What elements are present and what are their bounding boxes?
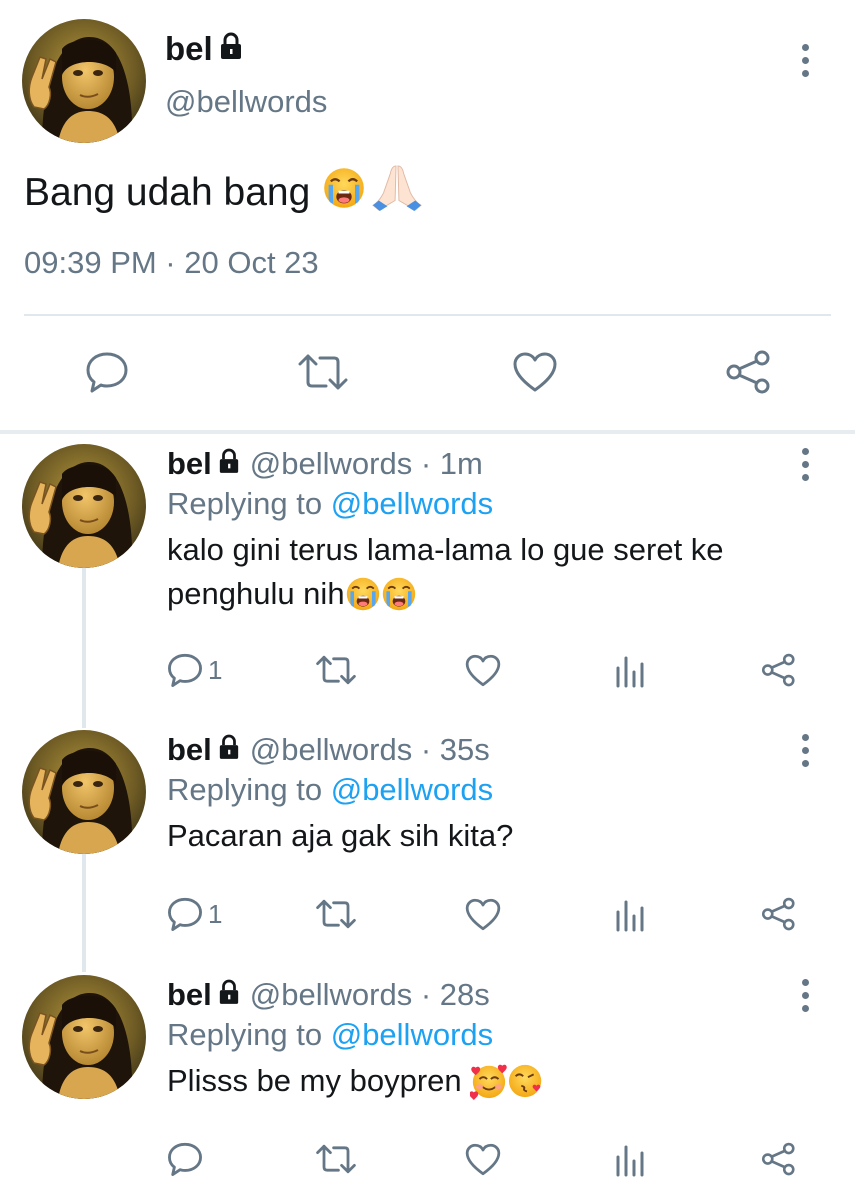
reply-text: Plisss be my boypren: [167, 1063, 462, 1098]
reply-text-block: Pacaran aja gak sih kita?: [167, 814, 807, 858]
like-button[interactable]: [464, 1142, 502, 1177]
avatar[interactable]: [22, 975, 146, 1099]
display-name: bel: [167, 977, 212, 1012]
share-icon: [726, 350, 770, 394]
analytics-icon: [616, 656, 644, 688]
reply-text: kalo gini terus lama-lama lo gue seret k…: [167, 532, 724, 611]
retweet-icon: [316, 655, 356, 685]
reply-button[interactable]: [84, 350, 130, 394]
analytics-button[interactable]: [614, 898, 646, 932]
like-button[interactable]: [511, 350, 559, 394]
like-button[interactable]: [464, 653, 502, 688]
like-icon: [465, 898, 501, 931]
mention-link[interactable]: @bellwords: [331, 486, 493, 521]
avatar[interactable]: [22, 730, 146, 854]
reply-tweet: bel @bellwords · 1m Replying to @bellwor…: [0, 444, 855, 704]
retweet-button[interactable]: [296, 352, 350, 392]
section-separator: [0, 430, 855, 434]
reply-button[interactable]: 1: [166, 652, 222, 688]
share-button[interactable]: [760, 1141, 798, 1177]
lock-icon: [218, 977, 240, 1013]
handle-and-time: @bellwords · 35s: [249, 732, 490, 767]
reply-tweet: bel @bellwords · 35s Replying to @bellwo…: [0, 730, 855, 960]
share-button[interactable]: [724, 348, 774, 396]
display-name-row[interactable]: bel @bellwords · 28s: [167, 977, 490, 1013]
reply-count: 1: [208, 654, 223, 685]
timestamp[interactable]: 09:39 PM · 20 Oct 23: [24, 245, 319, 281]
reply-text: Pacaran aja gak sih kita?: [167, 818, 514, 853]
share-icon: [761, 1142, 795, 1176]
avatar-image: [22, 730, 146, 854]
share-icon: [761, 897, 795, 931]
reply-text-block: kalo gini terus lama-lama lo gue seret k…: [167, 528, 807, 618]
handle[interactable]: @bellwords: [165, 84, 327, 120]
reply-icon: [168, 1142, 202, 1176]
display-name: bel: [167, 446, 212, 481]
retweet-icon: [316, 899, 356, 929]
retweet-button[interactable]: [314, 1143, 358, 1175]
tweet-text-row: Bang udah bang: [24, 164, 424, 222]
replying-to: Replying to @bellwords: [167, 1017, 493, 1053]
more-icon[interactable]: [795, 734, 815, 767]
folded-hands-icon: [370, 164, 424, 222]
reply-text-block: Plisss be my boypren: [167, 1059, 807, 1105]
lock-icon: [218, 732, 240, 768]
loudly-crying-face-icon: [345, 574, 381, 618]
reply-count: 1: [208, 898, 223, 929]
lock-icon: [218, 446, 240, 482]
analytics-button[interactable]: [614, 654, 646, 688]
reply-button[interactable]: [166, 1141, 208, 1177]
replying-to: Replying to @bellwords: [167, 486, 493, 522]
handle-and-time: @bellwords · 28s: [249, 977, 490, 1012]
avatar[interactable]: [22, 444, 146, 568]
lock-icon: [219, 30, 243, 68]
share-icon: [761, 653, 795, 687]
retweet-icon: [298, 354, 348, 390]
reply-icon: [168, 653, 202, 687]
display-name-row[interactable]: bel @bellwords · 35s: [167, 732, 490, 768]
retweet-icon: [316, 1144, 356, 1174]
loudly-crying-face-icon: [322, 166, 366, 220]
more-icon[interactable]: [795, 448, 815, 481]
replying-to: Replying to @bellwords: [167, 772, 493, 808]
share-button[interactable]: [760, 652, 798, 688]
analytics-icon: [616, 1145, 644, 1177]
tweet-text: Bang udah bang: [24, 171, 311, 214]
more-icon[interactable]: [795, 44, 815, 77]
divider: [24, 314, 831, 316]
retweet-button[interactable]: [314, 654, 358, 686]
smiling-face-with-hearts-icon: [470, 1061, 508, 1105]
face-blowing-kiss-icon: [508, 1061, 546, 1105]
share-button[interactable]: [760, 896, 798, 932]
display-name: bel: [165, 30, 213, 67]
replying-prefix: Replying to: [167, 1017, 331, 1052]
replying-prefix: Replying to: [167, 772, 331, 807]
main-tweet: bel @bellwords Bang udah bang 09:39 PM ·…: [0, 0, 855, 432]
display-name: bel: [167, 732, 212, 767]
mention-link[interactable]: @bellwords: [331, 772, 493, 807]
analytics-icon: [616, 900, 644, 932]
mention-link[interactable]: @bellwords: [331, 1017, 493, 1052]
avatar[interactable]: [22, 19, 146, 143]
reply-tweet: bel @bellwords · 28s Replying to @bellwo…: [0, 975, 855, 1200]
avatar-image: [22, 975, 146, 1099]
replying-prefix: Replying to: [167, 486, 331, 521]
display-name-row[interactable]: bel @bellwords · 1m: [167, 446, 483, 482]
retweet-button[interactable]: [314, 898, 358, 930]
avatar-image: [22, 444, 146, 568]
loudly-crying-face-icon: [381, 574, 417, 618]
reply-button[interactable]: 1: [166, 896, 222, 932]
handle-and-time: @bellwords · 1m: [249, 446, 483, 481]
like-icon: [513, 352, 557, 392]
like-icon: [465, 654, 501, 687]
like-button[interactable]: [464, 897, 502, 932]
like-icon: [465, 1143, 501, 1176]
analytics-button[interactable]: [614, 1143, 646, 1177]
display-name-row[interactable]: bel: [165, 30, 243, 68]
reply-icon: [168, 897, 202, 931]
more-icon[interactable]: [795, 979, 815, 1012]
reply-icon: [86, 352, 128, 393]
avatar-image: [22, 19, 146, 143]
